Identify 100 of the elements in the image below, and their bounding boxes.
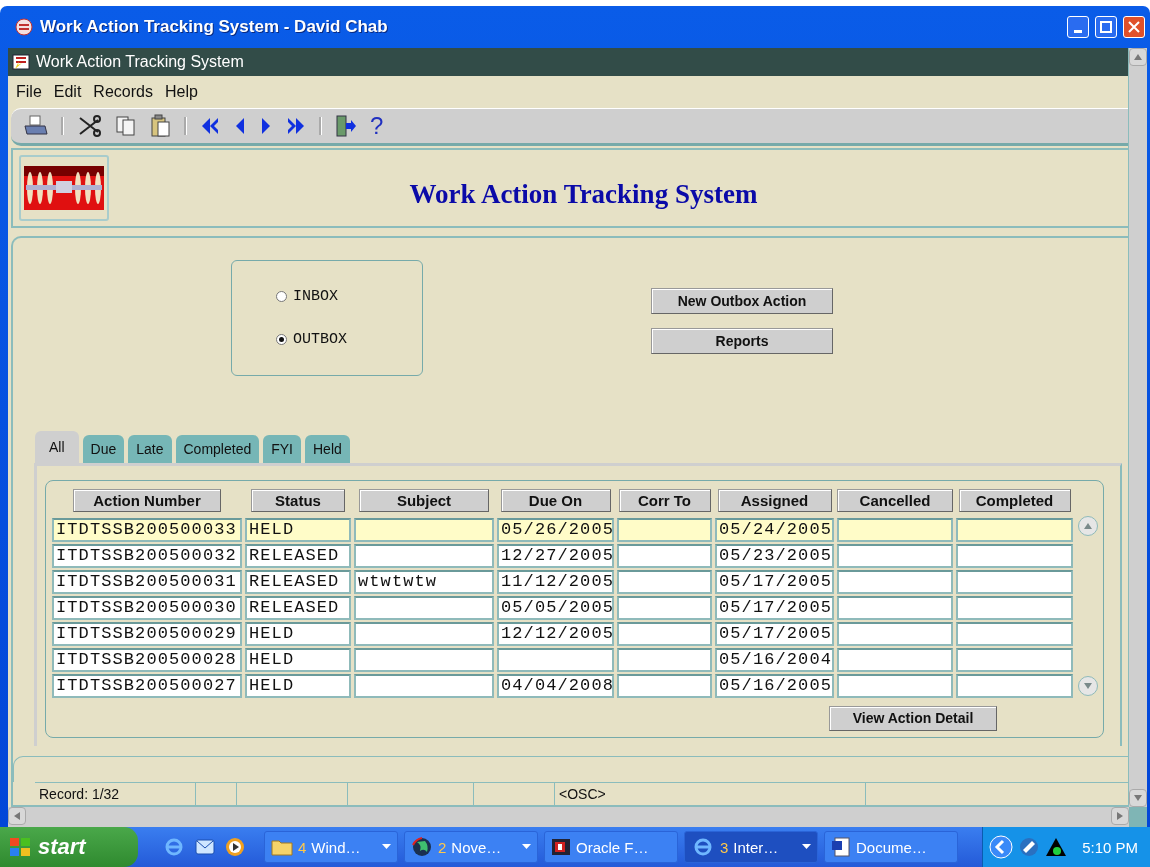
table-cell[interactable]: ITDTSSB200500028 — [52, 647, 242, 672]
printer-icon[interactable] — [23, 114, 49, 138]
table-cell[interactable]: ITDTSSB200500032 — [52, 543, 242, 568]
table-cell[interactable] — [837, 543, 953, 568]
table-cell[interactable] — [354, 543, 494, 568]
door-exit-icon[interactable] — [334, 114, 358, 138]
table-cell[interactable]: 04/04/2008 — [497, 673, 614, 698]
table-cell[interactable]: 05/17/2005 — [715, 621, 834, 646]
table-cell[interactable]: ITDTSSB200500029 — [52, 621, 242, 646]
maximize-button[interactable] — [1095, 16, 1117, 38]
table-cell[interactable]: ITDTSSB200500027 — [52, 673, 242, 698]
taskbar-button[interactable]: 3 Inter… — [684, 831, 818, 863]
table-cell[interactable]: ITDTSSB200500033 — [52, 517, 242, 542]
start-button[interactable]: start — [0, 827, 138, 867]
column-header[interactable]: Corr To — [618, 488, 711, 512]
menu-item[interactable]: Records — [93, 83, 153, 101]
table-cell[interactable]: 05/05/2005 — [497, 595, 614, 620]
table-cell[interactable] — [837, 647, 953, 672]
scroll-up-button[interactable] — [1129, 48, 1147, 66]
table-cell[interactable]: wtwtwtw — [354, 569, 494, 594]
scroll-up-button[interactable] — [1078, 515, 1098, 536]
table-cell[interactable]: ITDTSSB200500031 — [52, 569, 242, 594]
taskbar-button[interactable]: 4 Wind… — [264, 831, 398, 863]
tab[interactable]: Completed — [175, 434, 260, 463]
menu-item[interactable]: Help — [164, 83, 198, 101]
table-cell[interactable]: 12/27/2005 — [497, 543, 614, 568]
table-cell[interactable] — [617, 569, 712, 594]
column-header[interactable]: Due On — [500, 488, 611, 512]
column-header[interactable]: Completed — [958, 488, 1071, 512]
tab[interactable]: All — [35, 430, 79, 463]
scroll-down-button[interactable] — [1078, 675, 1098, 696]
view-detail-button[interactable]: View Action Detail — [829, 705, 997, 731]
table-cell[interactable] — [837, 517, 953, 542]
table-cell[interactable] — [617, 647, 712, 672]
table-cell[interactable] — [354, 595, 494, 620]
table-cell[interactable] — [497, 647, 614, 672]
tab[interactable]: Late — [128, 434, 172, 463]
table-cell[interactable]: 12/12/2005 — [497, 621, 614, 646]
table-cell[interactable] — [956, 517, 1073, 542]
table-cell[interactable]: ITDTSSB200500030 — [52, 595, 242, 620]
media-player-icon[interactable] — [224, 836, 246, 858]
table-cell[interactable]: 05/24/2005 — [715, 517, 834, 542]
table-cell[interactable] — [617, 517, 712, 542]
table-cell[interactable] — [617, 673, 712, 698]
mailbox-radio[interactable]: INBOX — [276, 288, 422, 305]
table-cell[interactable]: RELEASED — [245, 595, 351, 620]
tab[interactable]: Held — [305, 434, 350, 463]
triangle-icon[interactable] — [1045, 836, 1068, 858]
column-header[interactable]: Subject — [359, 488, 489, 512]
table-cell[interactable] — [956, 569, 1073, 594]
column-header[interactable]: Assigned — [717, 488, 832, 512]
table-cell[interactable] — [956, 673, 1073, 698]
table-cell[interactable] — [837, 569, 953, 594]
table-cell[interactable] — [837, 595, 953, 620]
table-cell[interactable]: 05/17/2005 — [715, 595, 834, 620]
column-header[interactable]: Action Number — [73, 488, 221, 512]
table-cell[interactable]: RELEASED — [245, 543, 351, 568]
clipboard-icon[interactable] — [150, 114, 172, 138]
table-cell[interactable] — [617, 621, 712, 646]
chevron-icon[interactable] — [989, 835, 1014, 859]
column-header[interactable]: Cancelled — [837, 488, 953, 512]
table-cell[interactable] — [837, 621, 953, 646]
table-cell[interactable] — [837, 673, 953, 698]
tray-app-icon[interactable] — [1018, 836, 1041, 858]
menu-item[interactable]: File — [16, 83, 42, 101]
table-cell[interactable]: HELD — [245, 621, 351, 646]
table-cell[interactable] — [354, 673, 494, 698]
table-cell[interactable]: HELD — [245, 673, 351, 698]
table-cell[interactable]: 05/23/2005 — [715, 543, 834, 568]
minimize-button[interactable] — [1067, 16, 1089, 38]
table-cell[interactable]: 05/26/2005 — [497, 517, 614, 542]
scroll-right-button[interactable] — [1111, 807, 1129, 825]
envelope-icon[interactable] — [194, 836, 216, 858]
table-cell[interactable]: RELEASED — [245, 569, 351, 594]
mailbox-radio[interactable]: OUTBOX — [276, 331, 422, 348]
table-cell[interactable] — [354, 647, 494, 672]
table-cell[interactable]: 05/17/2005 — [715, 569, 834, 594]
scroll-down-button[interactable] — [1129, 789, 1147, 807]
table-cell[interactable] — [354, 621, 494, 646]
action-button[interactable]: New Outbox Action — [651, 288, 833, 314]
last-record-icon[interactable] — [285, 116, 307, 136]
table-cell[interactable] — [354, 517, 494, 542]
action-button[interactable]: Reports — [651, 328, 833, 354]
taskbar-button[interactable]: 2 Nove… — [404, 831, 538, 863]
table-cell[interactable] — [617, 595, 712, 620]
copy-icon[interactable] — [114, 114, 138, 138]
scroll-left-button[interactable] — [8, 807, 26, 825]
table-cell[interactable]: HELD — [245, 517, 351, 542]
table-cell[interactable] — [956, 621, 1073, 646]
taskbar-button[interactable]: Docume… — [824, 831, 958, 863]
next-record-icon[interactable] — [259, 116, 273, 136]
table-cell[interactable] — [956, 647, 1073, 672]
close-button[interactable] — [1123, 16, 1145, 38]
table-cell[interactable] — [956, 595, 1073, 620]
column-header[interactable]: Status — [251, 488, 345, 512]
table-cell[interactable]: HELD — [245, 647, 351, 672]
taskbar-button[interactable]: Oracle F… — [544, 831, 678, 863]
table-cell[interactable]: 05/16/2004 — [715, 647, 834, 672]
menu-item[interactable]: Edit — [53, 83, 82, 101]
table-cell[interactable]: 11/12/2005 — [497, 569, 614, 594]
